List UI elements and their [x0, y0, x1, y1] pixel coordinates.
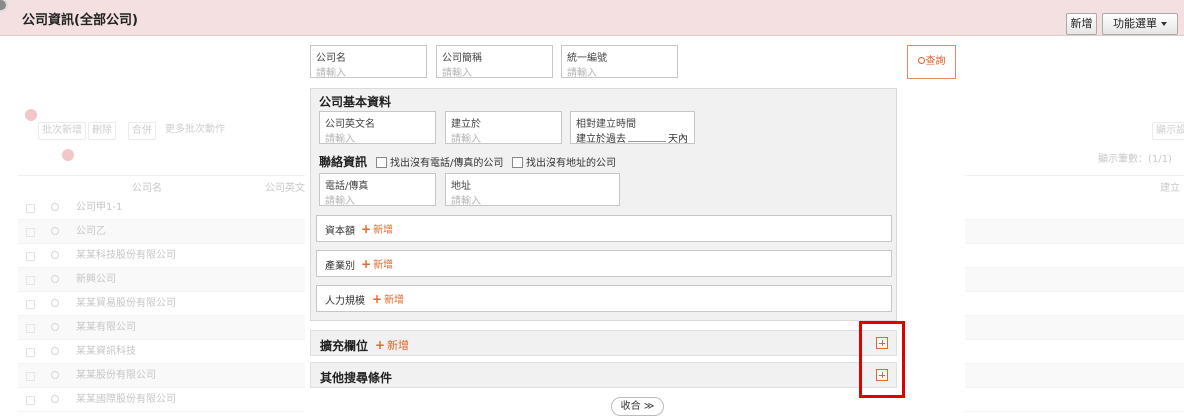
- address-placeholder: 請輸入: [451, 196, 481, 207]
- bg-col-name: 公司名: [132, 183, 162, 194]
- no-address-checkbox[interactable]: 找出沒有地址的公司: [512, 154, 616, 169]
- relative-time-label: 相對建立時間: [576, 119, 636, 130]
- phone-fax-label: 電話/傳真: [325, 181, 369, 192]
- extended-add-link[interactable]: + 新增: [375, 337, 409, 353]
- extended-fields-bar[interactable]: 擴充欄位 + 新增: [310, 330, 897, 356]
- headcount-add-link[interactable]: + 新增: [372, 291, 404, 306]
- relative-time-suffix: 天內: [668, 134, 688, 145]
- extended-fields-title: 擴充欄位: [320, 339, 369, 353]
- established-field[interactable]: 建立於 請輸入: [445, 111, 562, 145]
- phone-fax-field[interactable]: 電話/傳真 請輸入: [319, 173, 436, 207]
- tax-id-field[interactable]: 統一編號 請輸入: [561, 45, 678, 79]
- badge-dot: [25, 109, 37, 121]
- tax-id-placeholder: 請輸入: [567, 68, 597, 79]
- plus-icon: +: [361, 222, 372, 236]
- collapse-button[interactable]: 收合 ≫: [611, 397, 664, 416]
- english-name-field[interactable]: 公司英文名 請輸入: [319, 111, 436, 145]
- english-name-placeholder: 請輸入: [325, 134, 355, 145]
- bg-batch-add: 批次新增: [38, 122, 86, 140]
- capital-add-link[interactable]: + 新增: [361, 221, 393, 236]
- company-name-placeholder: 請輸入: [316, 68, 346, 79]
- bg-delete: 刪除: [88, 122, 116, 140]
- company-short-name-label: 公司簡稱: [442, 53, 482, 64]
- other-conditions-bar[interactable]: 其他搜尋條件: [310, 362, 897, 388]
- capital-add-label: 新增: [373, 225, 394, 236]
- search-button[interactable]: 查詢: [907, 45, 956, 79]
- plus-icon: +: [361, 257, 372, 271]
- relative-time-field[interactable]: 相對建立時間 建立於過去 天內: [570, 111, 695, 145]
- contact-info-title: 聯絡資訊: [319, 155, 368, 169]
- checkbox-icon[interactable]: [512, 156, 523, 168]
- checkbox-icon[interactable]: [376, 156, 387, 168]
- company-name-label: 公司名: [316, 53, 346, 64]
- company-name-field[interactable]: 公司名 請輸入: [310, 45, 427, 79]
- headcount-label: 人力規模: [325, 296, 365, 307]
- search-button-label: 查詢: [925, 56, 946, 67]
- company-short-name-field[interactable]: 公司簡稱 請輸入: [436, 45, 553, 79]
- tax-id-label: 統一編號: [567, 53, 607, 64]
- plus-icon: +: [375, 338, 386, 352]
- function-menu-button[interactable]: 功能選單: [1102, 13, 1178, 35]
- days-input[interactable]: [628, 132, 666, 142]
- industry-label: 產業別: [325, 261, 355, 272]
- industry-row: 產業別 + 新增: [316, 250, 892, 277]
- bg-merge: 合併: [128, 122, 156, 140]
- no-phone-label: 找出沒有電話/傳真的公司: [390, 158, 504, 169]
- company-short-name-placeholder: 請輸入: [442, 68, 472, 79]
- bg-count: 顯示筆數：(1/1): [1098, 154, 1172, 165]
- industry-add-label: 新增: [373, 260, 394, 271]
- established-label: 建立於: [451, 119, 481, 130]
- established-placeholder: 請輸入: [451, 134, 481, 145]
- extended-add-label: 新增: [387, 339, 410, 352]
- phone-fax-placeholder: 請輸入: [325, 196, 355, 207]
- caret-down-icon: [1161, 22, 1167, 26]
- capital-label: 資本額: [325, 226, 355, 237]
- search-icon: [917, 56, 925, 64]
- address-label: 地址: [451, 181, 471, 192]
- address-field[interactable]: 地址 請輸入: [445, 173, 620, 207]
- basic-info-section: 公司基本資料 公司英文名 請輸入 建立於 請輸入 相對建立時間 建立於過去 天內 …: [310, 88, 897, 321]
- bg-more-actions: 更多批次動作: [165, 124, 225, 135]
- headcount-add-label: 新增: [384, 295, 405, 306]
- badge-dot: [62, 149, 74, 161]
- headcount-row: 人力規模 + 新增: [316, 285, 892, 312]
- page-title: 公司資訊(全部公司): [22, 13, 138, 28]
- capital-row: 資本額 + 新增: [316, 215, 892, 242]
- bg-col-created: 建立: [1160, 183, 1180, 194]
- english-name-label: 公司英文名: [325, 119, 375, 130]
- industry-add-link[interactable]: + 新增: [361, 256, 393, 271]
- function-menu-label: 功能選單: [1113, 17, 1157, 30]
- bg-display-settings: 顯示設: [1152, 122, 1184, 140]
- other-conditions-title: 其他搜尋條件: [320, 371, 393, 385]
- highlight-box: [859, 321, 905, 398]
- relative-time-prefix: 建立於過去: [576, 134, 626, 145]
- help-icon[interactable]: [0, 0, 8, 12]
- no-phone-checkbox[interactable]: 找出沒有電話/傳真的公司: [376, 154, 503, 169]
- new-button[interactable]: 新增: [1066, 13, 1097, 35]
- no-address-label: 找出沒有地址的公司: [526, 158, 616, 169]
- basic-info-title: 公司基本資料: [319, 95, 392, 109]
- plus-icon: +: [372, 292, 383, 306]
- page-header: 公司資訊(全部公司) 新增 功能選單: [0, 0, 1184, 36]
